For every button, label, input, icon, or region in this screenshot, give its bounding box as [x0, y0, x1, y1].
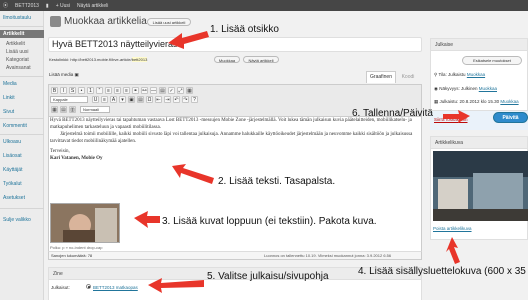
- arrow-4: [446, 237, 460, 264]
- arrow-6: [443, 110, 470, 123]
- annotation-arrows: [134, 31, 470, 293]
- arrow-1: [168, 31, 209, 49]
- arrow-5: [148, 278, 204, 293]
- arrow-3: [134, 211, 160, 228]
- arrow-2: [172, 164, 214, 184]
